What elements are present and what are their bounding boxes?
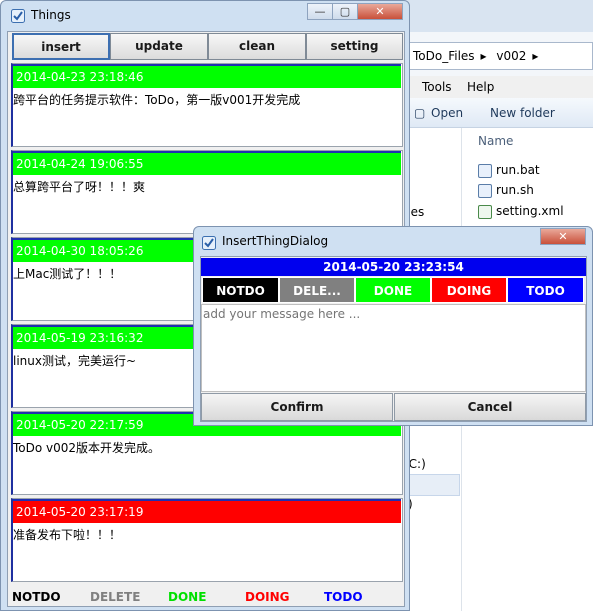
- maximize-icon[interactable]: ▢: [332, 3, 358, 20]
- item-message: ToDo v002版本开发完成。: [13, 441, 161, 455]
- script-file-icon: [478, 183, 492, 198]
- breadcrumb-arrow-icon[interactable]: ▸: [481, 49, 487, 63]
- menu-help[interactable]: Help: [467, 76, 494, 98]
- breadcrumb-todo-files[interactable]: ToDo_Files: [413, 49, 475, 63]
- file-item[interactable]: run.sh: [478, 181, 534, 199]
- status-todo-button[interactable]: TODO: [507, 277, 584, 303]
- status-done-button[interactable]: DONE: [355, 277, 431, 303]
- status-doing-button[interactable]: DOING: [431, 277, 507, 303]
- cancel-button[interactable]: Cancel: [394, 393, 586, 421]
- xml-file-icon: [478, 204, 492, 219]
- todo-check-icon: [202, 236, 216, 250]
- list-item[interactable]: 2014-05-20 23:17:19 准备发布下啦！！！: [11, 498, 403, 582]
- breadcrumb-arrow-icon[interactable]: ▸: [532, 49, 538, 63]
- file-item[interactable]: run.bat: [478, 161, 540, 179]
- new-folder-button[interactable]: New folder: [490, 98, 555, 128]
- explorer-commandbar: ▢ Open New folder: [400, 98, 593, 128]
- datetime-field[interactable]: 2014-05-20 23:23:54: [201, 258, 586, 276]
- file-item[interactable]: setting.xml: [478, 202, 564, 220]
- open-button[interactable]: Open: [431, 98, 463, 128]
- minimize-icon[interactable]: —: [307, 3, 333, 20]
- setting-button[interactable]: setting: [306, 33, 403, 60]
- item-timestamp: 2014-05-20 23:17:19: [13, 501, 401, 523]
- window-title: Things: [31, 8, 71, 22]
- dialog-client: 2014-05-20 23:23:54 NOTDO DELE... DONE D…: [200, 256, 587, 422]
- list-item[interactable]: 2014-04-24 19:06:55 总算跨平台了呀！！！爽: [11, 150, 403, 234]
- list-item[interactable]: 2014-04-23 23:18:46 跨平台的任务提示软件：ToDo，第一版v…: [11, 63, 403, 147]
- explorer-menubar: Tools Help: [400, 76, 593, 98]
- item-message: 跨平台的任务提示软件：ToDo，第一版v001开发完成: [13, 93, 301, 107]
- legend-delete: DELETE: [90, 590, 141, 604]
- status-notdo-button[interactable]: NOTDO: [202, 277, 279, 303]
- update-button[interactable]: update: [110, 33, 208, 60]
- item-message: 总算跨平台了呀！！！爽: [13, 180, 146, 194]
- open-icon[interactable]: ▢: [414, 98, 425, 128]
- things-titlebar[interactable]: Things — ▢ ✕: [1, 1, 409, 31]
- file-name: run.sh: [496, 183, 534, 197]
- datetime-value: 2014-05-20 23:23:54: [323, 258, 464, 276]
- close-icon[interactable]: ✕: [540, 228, 586, 245]
- message-input[interactable]: [201, 304, 586, 392]
- explorer-titlebar: [400, 0, 593, 32]
- insert-thing-dialog: InsertThingDialog ✕ 2014-05-20 23:23:54 …: [193, 226, 593, 426]
- status-legend: NOTDO DELETE DONE DOING TODO: [8, 587, 404, 607]
- column-header-name[interactable]: Name: [478, 134, 513, 148]
- file-name: setting.xml: [496, 204, 564, 218]
- item-message: 上Mac测试了！！！: [13, 267, 122, 281]
- menu-tools[interactable]: Tools: [422, 76, 452, 98]
- status-delete-button[interactable]: DELE...: [279, 277, 355, 303]
- dialog-title: InsertThingDialog: [222, 234, 329, 248]
- item-timestamp: 2014-04-24 19:06:55: [13, 153, 401, 175]
- batch-file-icon: [478, 163, 492, 178]
- toolbar: insert update clean setting: [12, 33, 403, 60]
- item-timestamp: 2014-04-23 23:18:46: [13, 66, 401, 88]
- breadcrumb-v002[interactable]: v002: [496, 49, 526, 63]
- close-icon[interactable]: ✕: [357, 3, 403, 20]
- legend-notdo: NOTDO: [12, 590, 61, 604]
- item-message: linux测试，完美运行~: [13, 354, 137, 368]
- legend-doing: DOING: [245, 590, 290, 604]
- clean-button[interactable]: clean: [208, 33, 306, 60]
- dialog-frame: InsertThingDialog ✕ 2014-05-20 23:23:54 …: [193, 226, 593, 426]
- address-bar[interactable]: ToDo_Files ▸ v002 ▸: [408, 42, 593, 70]
- legend-todo: TODO: [324, 590, 363, 604]
- file-name: run.bat: [496, 163, 540, 177]
- legend-done: DONE: [168, 590, 207, 604]
- insert-button[interactable]: insert: [12, 33, 110, 60]
- item-message: 准备发布下啦！！！: [13, 528, 122, 542]
- todo-check-icon: [11, 9, 25, 23]
- status-selector: NOTDO DELE... DONE DOING TODO: [201, 277, 586, 303]
- confirm-button[interactable]: Confirm: [201, 393, 393, 421]
